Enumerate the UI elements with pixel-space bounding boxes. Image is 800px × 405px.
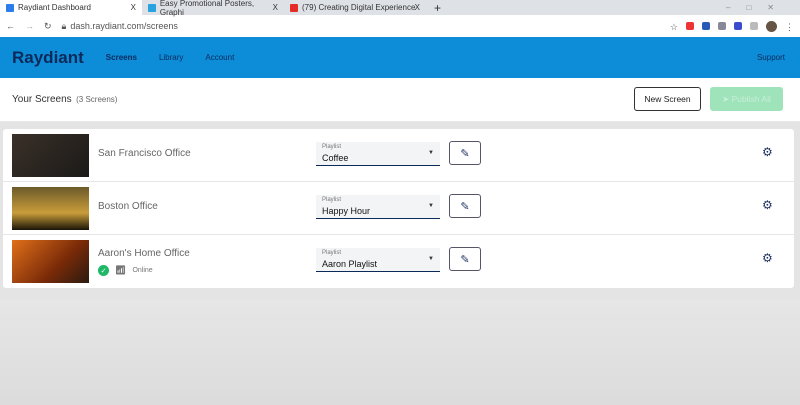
page-header: Your Screens (3 Screens) New Screen ➤ Pu… — [0, 78, 800, 122]
new-tab-button[interactable]: + — [434, 1, 441, 15]
back-icon[interactable]: ← — [6, 21, 15, 31]
playlist-label: Playlist — [322, 144, 341, 150]
star-icon[interactable]: ☆ — [670, 22, 678, 30]
screen-row: Aaron's Home Office ✓ 📶︎ Online Playlist Aa… — [3, 235, 794, 288]
nav-account[interactable]: Account — [205, 53, 234, 62]
status-text: Online — [132, 267, 152, 274]
gear-icon[interactable]: ⚙ — [762, 251, 773, 265]
send-icon: ➤ — [722, 94, 729, 104]
playlist-select[interactable]: Playlist Happy Hour ▼ — [316, 195, 440, 219]
youtube-favicon — [290, 4, 298, 12]
chevron-down-icon: ▼ — [428, 256, 434, 262]
edit-button[interactable]: ✎ — [449, 141, 481, 165]
top-nav: Raydiant Screens Library Account Support — [0, 37, 800, 78]
address-bar-row: ← → ↻ 🔒︎dash.raydiant.com/screens ☆ ⋮ — [0, 15, 800, 37]
url-text: dash.raydiant.com/screens — [70, 21, 178, 31]
window-controls[interactable]: –□✕ — [726, 3, 790, 12]
close-tab-icon[interactable]: X — [415, 3, 420, 12]
extension-icon[interactable] — [718, 22, 726, 30]
publish-all-label: Publish All — [732, 94, 771, 104]
screen-name[interactable]: San Francisco Office — [98, 148, 191, 159]
playlist-label: Playlist — [322, 197, 341, 203]
chevron-down-icon: ▼ — [428, 150, 434, 156]
browser-tab-bar: Raydiant Dashboard X Easy Promotional Pos… — [0, 0, 800, 15]
new-screen-button[interactable]: New Screen — [634, 87, 701, 111]
playlist-select[interactable]: Playlist Coffee ▼ — [316, 142, 440, 166]
avatar[interactable] — [766, 21, 777, 32]
lock-icon: 🔒︎ — [62, 21, 67, 32]
menu-icon[interactable]: ⋮ — [785, 22, 794, 30]
nav-support[interactable]: Support — [757, 53, 785, 62]
screen-count: (3 Screens) — [76, 95, 117, 104]
edit-button[interactable]: ✎ — [449, 247, 481, 271]
wifi-icon: 📶︎ — [115, 265, 126, 276]
pencil-icon: ✎ — [460, 201, 469, 213]
gear-icon[interactable]: ⚙ — [762, 198, 773, 212]
browser-tab[interactable]: Easy Promotional Posters, GraphiX — [142, 0, 284, 15]
close-tab-icon[interactable]: X — [131, 3, 136, 12]
screen-name[interactable]: Aaron's Home Office — [98, 248, 190, 259]
close-tab-icon[interactable]: X — [273, 3, 278, 12]
playlist-select[interactable]: Playlist Aaron Playlist ▼ — [316, 248, 440, 272]
tab-title: (79) Creating Digital Experience — [302, 3, 415, 12]
nav-library[interactable]: Library — [159, 53, 183, 62]
gear-icon[interactable]: ⚙ — [762, 145, 773, 159]
pencil-icon: ✎ — [460, 254, 469, 266]
pencil-icon: ✎ — [460, 148, 469, 160]
screen-thumbnail[interactable] — [12, 134, 89, 177]
nav-screens[interactable]: Screens — [106, 53, 137, 62]
page-title: Your Screens — [12, 94, 72, 105]
publish-all-button[interactable]: ➤ Publish All — [710, 87, 783, 111]
extension-icon[interactable] — [750, 22, 758, 30]
url-field[interactable]: 🔒︎dash.raydiant.com/screens — [62, 18, 660, 34]
browser-tab[interactable]: (79) Creating Digital ExperienceX — [284, 0, 426, 15]
chevron-down-icon: ▼ — [428, 203, 434, 209]
screen-list: San Francisco Office Playlist Coffee ▼ ✎ ⚙… — [3, 129, 794, 288]
extension-icon[interactable] — [734, 22, 742, 30]
playlist-value: Coffee — [322, 153, 348, 163]
reload-icon[interactable]: ↻ — [44, 21, 52, 32]
logo[interactable]: Raydiant — [12, 48, 84, 68]
screen-row: San Francisco Office Playlist Coffee ▼ ✎ ⚙ — [3, 129, 794, 182]
screen-name[interactable]: Boston Office — [98, 201, 158, 212]
playlist-value: Aaron Playlist — [322, 259, 377, 269]
tab-title: Raydiant Dashboard — [18, 3, 91, 12]
forward-icon[interactable]: → — [25, 21, 34, 31]
raydiant-favicon — [6, 4, 14, 12]
playlist-value: Happy Hour — [322, 206, 370, 216]
screen-thumbnail[interactable] — [12, 240, 89, 283]
screen-thumbnail[interactable] — [12, 187, 89, 230]
extensions: ☆ ⋮ — [670, 21, 794, 32]
page-background — [0, 300, 800, 405]
extension-icon[interactable] — [686, 22, 694, 30]
posters-favicon — [148, 4, 156, 12]
screen-row: Boston Office Playlist Happy Hour ▼ ✎ ⚙ — [3, 182, 794, 235]
edit-button[interactable]: ✎ — [449, 194, 481, 218]
playlist-label: Playlist — [322, 250, 341, 256]
screen-status: ✓ 📶︎ Online — [98, 265, 153, 276]
tab-title: Easy Promotional Posters, Graphi — [160, 0, 278, 17]
browser-tab[interactable]: Raydiant Dashboard X — [0, 0, 142, 15]
check-icon: ✓ — [98, 265, 109, 276]
extension-icon[interactable] — [702, 22, 710, 30]
